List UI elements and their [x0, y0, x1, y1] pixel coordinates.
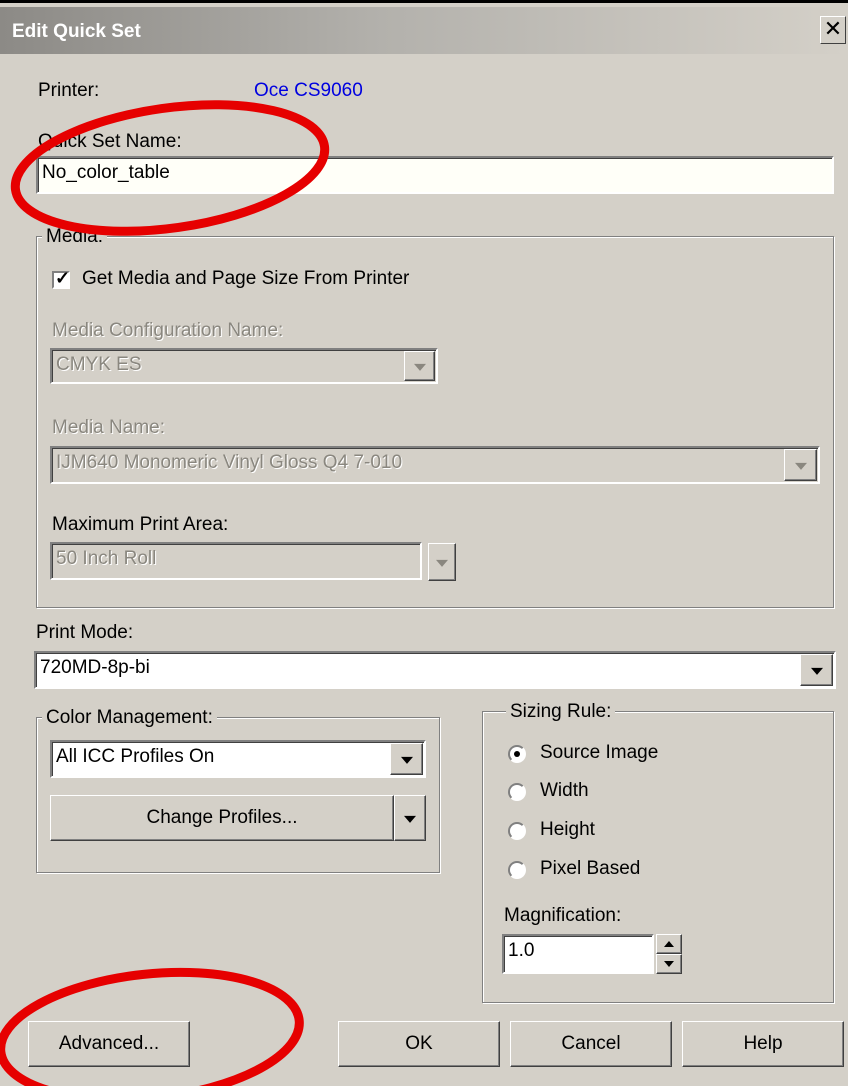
color-profile-select[interactable]: All ICC Profiles On — [50, 740, 426, 778]
color-management-legend: Color Management: — [42, 707, 217, 729]
printer-label: Printer: — [38, 80, 100, 101]
radio-dot-icon — [514, 751, 520, 757]
magnification-label: Magnification: — [504, 905, 622, 926]
cancel-button[interactable]: Cancel — [510, 1021, 672, 1067]
magnification-down-button[interactable] — [656, 954, 682, 974]
chevron-down-icon — [794, 462, 807, 470]
radio-pixel-based[interactable] — [508, 861, 526, 879]
media-config-dropdown-button — [404, 351, 435, 381]
height-label[interactable]: Height — [540, 819, 595, 841]
quick-set-name-label: Quick Set Name: — [38, 131, 182, 152]
change-profiles-button[interactable]: Change Profiles... — [50, 795, 394, 841]
max-print-area-value: 50 Inch Roll — [56, 548, 157, 569]
radio-source-image[interactable] — [508, 745, 526, 763]
media-name-label: Media Name: — [52, 417, 165, 438]
max-print-area-input: 50 Inch Roll — [50, 542, 422, 580]
media-config-select: CMYK ES — [50, 348, 438, 384]
arrow-up-icon — [664, 941, 674, 947]
print-mode-value: 720MD-8p-bi — [40, 657, 150, 678]
chevron-down-icon — [400, 756, 413, 764]
print-mode-label: Print Mode: — [36, 622, 134, 643]
close-button[interactable]: ✕ — [820, 16, 846, 44]
magnification-input[interactable]: 1.0 — [502, 934, 654, 974]
help-button[interactable]: Help — [682, 1021, 844, 1067]
arrow-down-icon — [664, 961, 674, 967]
magnification-value: 1.0 — [508, 940, 535, 961]
pixel-based-label[interactable]: Pixel Based — [540, 858, 640, 880]
printer-name: Oce CS9060 — [254, 80, 363, 101]
source-image-label[interactable]: Source Image — [540, 742, 658, 764]
media-config-label: Media Configuration Name: — [52, 320, 284, 341]
media-name-select: IJM640 Monomeric Vinyl Gloss Q4 7-010 — [50, 446, 820, 484]
chevron-down-icon — [404, 815, 416, 823]
chevron-down-icon — [810, 667, 823, 675]
color-profile-value: All ICC Profiles On — [56, 746, 215, 767]
width-label[interactable]: Width — [540, 780, 589, 802]
media-legend: Media: — [42, 226, 108, 248]
media-name-value: IJM640 Monomeric Vinyl Gloss Q4 7-010 — [56, 452, 403, 473]
color-profile-dropdown-button[interactable] — [390, 743, 423, 775]
sizing-rule-legend: Sizing Rule: — [506, 701, 616, 723]
get-from-printer-label[interactable]: Get Media and Page Size From Printer — [82, 268, 409, 290]
change-profiles-menu-button[interactable] — [394, 795, 426, 841]
title-bar[interactable]: Edit Quick Set ✕ — [0, 7, 848, 54]
print-mode-select[interactable]: 720MD-8p-bi — [34, 651, 836, 689]
max-print-area-dropdown-button — [428, 543, 456, 581]
print-mode-dropdown-button[interactable] — [800, 654, 833, 686]
media-name-dropdown-button — [784, 449, 817, 481]
magnification-up-button[interactable] — [656, 934, 682, 954]
radio-height[interactable] — [508, 822, 526, 840]
dialog-title: Edit Quick Set — [12, 21, 141, 42]
quick-set-name-input[interactable]: No_color_table — [36, 156, 834, 194]
advanced-button[interactable]: Advanced... — [28, 1021, 190, 1067]
top-border — [0, 0, 848, 3]
chevron-down-icon — [436, 559, 448, 567]
checkmark-icon: ✓ — [55, 268, 71, 288]
media-config-value: CMYK ES — [56, 354, 142, 375]
close-icon: ✕ — [823, 16, 843, 41]
chevron-down-icon — [413, 363, 426, 371]
get-from-printer-checkbox[interactable]: ✓ — [52, 268, 71, 289]
radio-width[interactable] — [508, 783, 526, 801]
edit-quick-set-dialog: Edit Quick Set ✕ Printer: Oce CS9060 Qui… — [0, 0, 848, 1086]
max-print-area-label: Maximum Print Area: — [52, 514, 229, 535]
ok-button[interactable]: OK — [338, 1021, 500, 1067]
